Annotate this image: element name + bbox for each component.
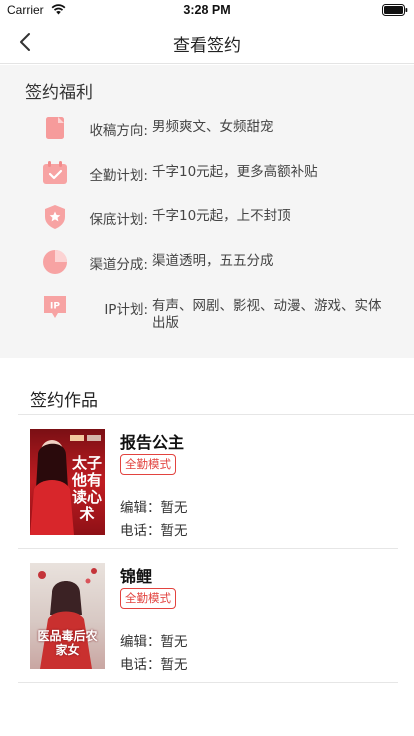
work-title: 锦鲤 [120,567,153,586]
editor-info: 编辑：暂无 [120,500,188,516]
status-badge: 全勤模式 [120,588,176,609]
status-bar: Carrier 3:28 PM [0,0,414,20]
benefits-section: 签约福利 收稿方向: 男频爽文、女频甜宠 全勤计划: 千字10元起，更多高额补贴… [0,65,414,358]
book-cover: 医品毒后农家女 [30,563,105,669]
benefits-title: 签约福利 [25,83,93,103]
benefit-label: 保底计划: [89,212,148,228]
benefit-text: 男频爽文、女频甜宠 [152,119,274,135]
work-item[interactable]: 太子他有读心术 报告公主 全勤模式 编辑：暂无 电话：暂无 [18,415,398,549]
phone-info: 电话：暂无 [120,657,188,673]
editor-info: 编辑：暂无 [120,634,188,650]
benefit-label: 渠道分成: [89,257,148,273]
work-item[interactable]: 医品毒后农家女 锦鲤 全勤模式 编辑：暂无 电话：暂无 [18,549,398,683]
benefit-label: IP计划: [104,302,148,318]
benefit-label: 收稿方向: [89,123,148,139]
battery-icon [382,4,408,16]
navigation-bar: 查看签约 [0,20,414,64]
phone-info: 电话：暂无 [120,523,188,539]
benefit-label: 全勤计划: [89,168,148,184]
book-cover-title: 医品毒后农家女 [37,629,98,657]
benefit-text: 有声、网剧、影视、动漫、游戏、实体出版 [152,298,382,331]
benefit-text: 渠道透明，五五分成 [152,253,274,269]
benefit-text: 千字10元起，更多高额补贴 [152,164,318,180]
works-title: 签约作品 [30,391,98,411]
book-cover: 太子他有读心术 [30,429,105,535]
book-cover-title: 太子他有读心术 [71,454,102,523]
status-badge: 全勤模式 [120,454,176,475]
page-title: 查看签约 [173,36,241,56]
status-time: 3:28 PM [183,3,231,17]
benefit-text: 千字10元起，上不封顶 [152,208,291,224]
work-title: 报告公主 [120,433,185,452]
